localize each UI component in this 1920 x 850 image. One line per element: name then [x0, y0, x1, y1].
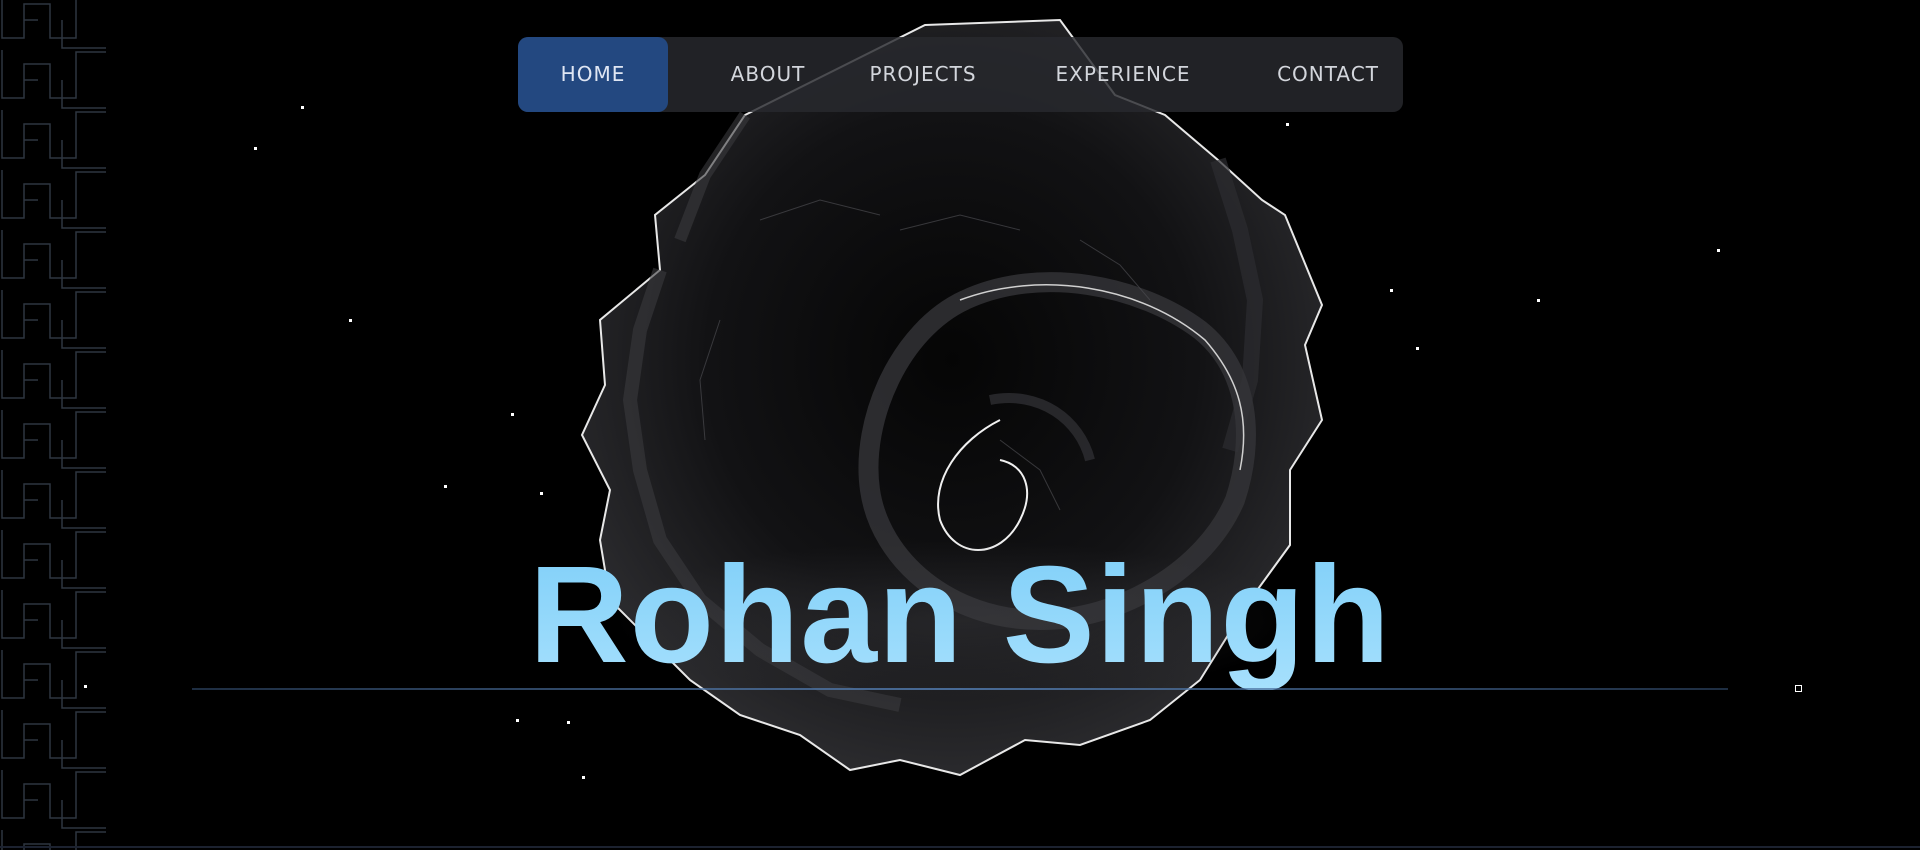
nav-home[interactable]: HOME — [518, 37, 668, 112]
nav-experience[interactable]: EXPERIENCE — [1028, 37, 1218, 112]
corner-square-icon — [1795, 685, 1802, 692]
star-dot — [540, 492, 543, 495]
star-dot — [349, 319, 352, 322]
page: HOME ABOUT PROJECTS EXPERIENCE CONTACT R… — [0, 0, 1920, 850]
hero-name: Rohan Singh — [0, 540, 1920, 690]
nav-contact[interactable]: CONTACT — [1253, 37, 1403, 112]
star-dot — [511, 413, 514, 416]
star-dot — [444, 485, 447, 488]
star-dot — [1717, 249, 1720, 252]
main-navbar: HOME ABOUT PROJECTS EXPERIENCE CONTACT — [518, 37, 1403, 112]
star-dot — [301, 106, 304, 109]
star-dot — [254, 147, 257, 150]
bottom-border — [0, 846, 1920, 848]
star-dot — [1390, 289, 1393, 292]
star-dot — [516, 719, 519, 722]
star-dot — [1416, 347, 1419, 350]
nav-about[interactable]: ABOUT — [708, 37, 828, 112]
star-dot — [1537, 299, 1540, 302]
hero-divider — [192, 688, 1728, 690]
nav-projects[interactable]: PROJECTS — [848, 37, 998, 112]
